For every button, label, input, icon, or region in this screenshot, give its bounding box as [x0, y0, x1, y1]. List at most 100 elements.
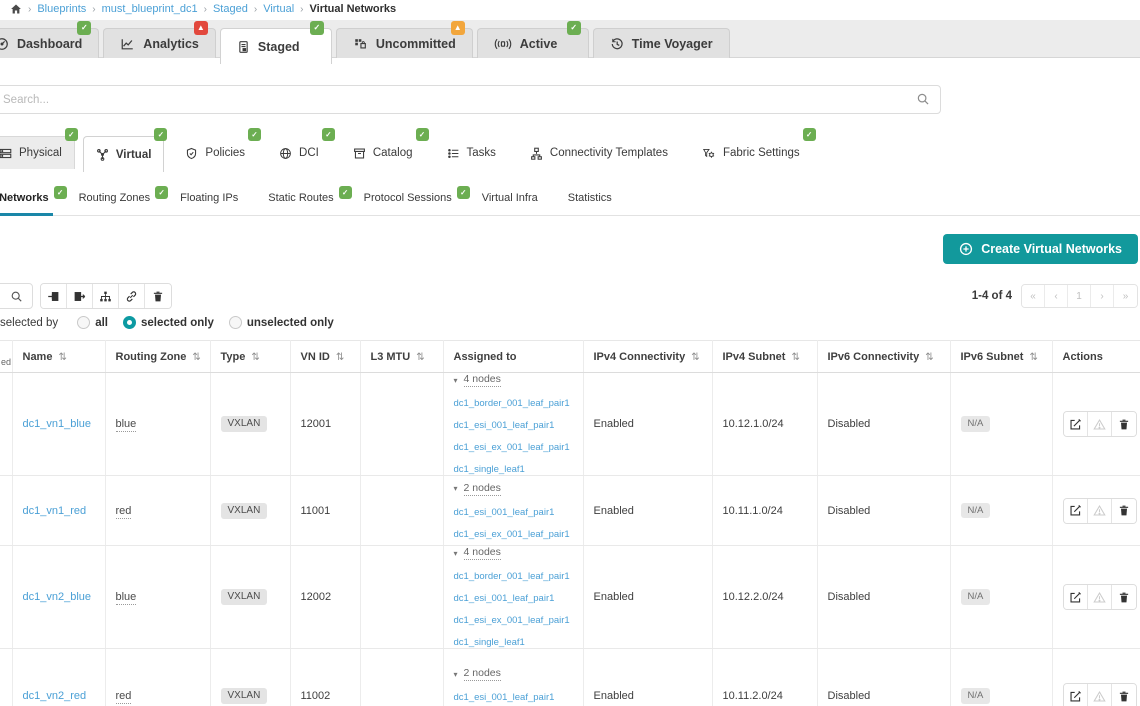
node-link[interactable]: dc1_esi_ex_001_leaf_pair1: [454, 529, 573, 540]
column-header-ipv6-connectivity[interactable]: IPv6 Connectivity⇅: [817, 341, 950, 373]
tab-virtual-infra[interactable]: Virtual Infra: [482, 187, 542, 216]
column-header-ipv4-connectivity[interactable]: IPv4 Connectivity⇅: [583, 341, 712, 373]
check-badge-icon: ✓: [310, 21, 324, 35]
node-link[interactable]: dc1_border_001_leaf_pair1: [454, 398, 573, 409]
home-icon[interactable]: [10, 3, 22, 15]
vn-link[interactable]: dc1_vn1_blue: [23, 418, 92, 430]
delete-button[interactable]: [1112, 412, 1136, 436]
sort-icon[interactable]: ⇅: [691, 352, 699, 363]
tab-connectivity-templates[interactable]: Connectivity Templates: [517, 136, 681, 169]
radio-circle[interactable]: [229, 316, 242, 329]
tab-protocol-sessions[interactable]: Protocol Sessions ✓: [364, 187, 456, 216]
tab-tasks[interactable]: Tasks: [434, 136, 509, 169]
tab-active[interactable]: Active ✓: [477, 28, 589, 58]
edit-button[interactable]: [1064, 412, 1088, 436]
assign-button[interactable]: [93, 284, 119, 308]
node-link[interactable]: dc1_single_leaf1: [454, 637, 573, 648]
node-link[interactable]: dc1_esi_001_leaf_pair1: [454, 593, 573, 604]
vn-link[interactable]: dc1_vn2_blue: [23, 591, 92, 603]
node-link[interactable]: dc1_single_leaf1: [454, 464, 573, 475]
edit-button[interactable]: [1064, 684, 1088, 706]
radio-all[interactable]: all: [77, 316, 108, 329]
sort-icon[interactable]: ⇅: [925, 352, 933, 363]
alert-button[interactable]: [1088, 684, 1112, 706]
vn-link[interactable]: dc1_vn2_red: [23, 690, 87, 702]
sort-icon[interactable]: ⇅: [791, 352, 799, 363]
tab-statistics[interactable]: Statistics: [568, 187, 616, 216]
table-search-button[interactable]: [0, 283, 33, 309]
nodes-expander[interactable]: ▾ 2 nodes: [454, 667, 573, 681]
sort-icon[interactable]: ⇅: [336, 352, 344, 363]
export-button[interactable]: [67, 284, 93, 308]
tab-analytics[interactable]: Analytics ▲: [103, 28, 216, 58]
search-icon: [916, 92, 930, 106]
node-link[interactable]: dc1_esi_ex_001_leaf_pair1: [454, 442, 573, 453]
tab-floating-ips[interactable]: Floating IPs: [180, 187, 242, 216]
edit-button[interactable]: [1064, 585, 1088, 609]
delete-button[interactable]: [1112, 684, 1136, 706]
node-link[interactable]: dc1_border_001_leaf_pair1: [454, 571, 573, 582]
create-virtual-networks-button[interactable]: Create Virtual Networks: [943, 234, 1138, 264]
tab-virtual-networks[interactable]: Virtual Networks ✓: [0, 187, 53, 216]
delete-button[interactable]: [1112, 499, 1136, 523]
tab-dashboard[interactable]: Dashboard ✓: [0, 28, 99, 58]
tab-fabric-settings[interactable]: Fabric Settings ✓: [689, 136, 813, 169]
tab-static-routes[interactable]: Static Routes ✓: [268, 187, 337, 216]
nodes-expander[interactable]: ▾ 4 nodes: [454, 373, 573, 387]
sort-icon[interactable]: ⇅: [192, 352, 200, 363]
alert-button[interactable]: [1088, 585, 1112, 609]
node-link[interactable]: dc1_esi_001_leaf_pair1: [454, 692, 573, 703]
first-page-button[interactable]: «: [1022, 285, 1045, 307]
warning-badge-icon: ▲: [451, 21, 465, 35]
tab-time-voyager[interactable]: Time Voyager: [593, 28, 730, 58]
sort-icon[interactable]: ⇅: [251, 352, 259, 363]
import-button[interactable]: [41, 284, 67, 308]
column-header-ipv4-subnet[interactable]: IPv4 Subnet⇅: [712, 341, 817, 373]
tab-policies[interactable]: Policies ✓: [172, 136, 258, 169]
radio-circle[interactable]: [77, 316, 90, 329]
column-header-name[interactable]: Name⇅: [12, 341, 105, 373]
next-page-button[interactable]: ›: [1091, 285, 1114, 307]
alert-button[interactable]: [1088, 412, 1112, 436]
routing-zone-label: blue: [116, 591, 137, 605]
node-link[interactable]: dc1_esi_001_leaf_pair1: [454, 507, 573, 518]
tab-catalog[interactable]: Catalog ✓: [340, 136, 426, 169]
radio-unselected-only[interactable]: unselected only: [229, 316, 334, 329]
vn-link[interactable]: dc1_vn1_red: [23, 505, 87, 517]
sort-icon[interactable]: ⇅: [58, 352, 66, 363]
column-header-routing-zone[interactable]: Routing Zone⇅: [105, 341, 210, 373]
tab-dci[interactable]: DCI ✓: [266, 136, 332, 169]
node-link[interactable]: dc1_esi_001_leaf_pair1: [454, 420, 573, 431]
radio-selected-only[interactable]: selected only: [123, 316, 214, 329]
breadcrumb-link-virtual[interactable]: Virtual: [263, 3, 294, 15]
tab-virtual[interactable]: Virtual ✓: [83, 136, 165, 172]
page-number-button[interactable]: 1: [1068, 285, 1091, 307]
sort-icon[interactable]: ⇅: [416, 352, 424, 363]
nodes-expander[interactable]: ▾ 2 nodes: [454, 482, 573, 496]
node-link[interactable]: dc1_esi_ex_001_leaf_pair1: [454, 615, 573, 626]
broadcast-icon: [494, 37, 512, 51]
breadcrumb-link-staged[interactable]: Staged: [213, 3, 248, 15]
prev-page-button[interactable]: ‹: [1045, 285, 1068, 307]
alert-button[interactable]: [1088, 499, 1112, 523]
last-page-button[interactable]: »: [1114, 285, 1137, 307]
edit-button[interactable]: [1064, 499, 1088, 523]
column-header-type[interactable]: Type⇅: [210, 341, 290, 373]
delete-button[interactable]: [145, 284, 171, 308]
search-input[interactable]: [0, 85, 941, 114]
tab-physical[interactable]: Physical ✓: [0, 136, 75, 169]
column-header-vn-id[interactable]: VN ID⇅: [290, 341, 360, 373]
column-header-ipv6-subnet[interactable]: IPv6 Subnet⇅: [950, 341, 1052, 373]
breadcrumb-link-blueprint[interactable]: must_blueprint_dc1: [102, 3, 198, 15]
radio-circle-checked[interactable]: [123, 316, 136, 329]
column-header-l3-mtu[interactable]: L3 MTU⇅: [360, 341, 443, 373]
tab-routing-zones[interactable]: Routing Zones ✓: [79, 187, 155, 216]
breadcrumb-link-blueprints[interactable]: Blueprints: [37, 3, 86, 15]
sort-icon[interactable]: ⇅: [1029, 352, 1037, 363]
nodes-expander[interactable]: ▾ 4 nodes: [454, 546, 573, 560]
tab-staged[interactable]: Staged ✓: [220, 28, 332, 64]
actions-cell: [1052, 476, 1140, 546]
url-button[interactable]: [119, 284, 145, 308]
tab-uncommitted[interactable]: Uncommitted ▲: [336, 28, 473, 58]
delete-button[interactable]: [1112, 585, 1136, 609]
